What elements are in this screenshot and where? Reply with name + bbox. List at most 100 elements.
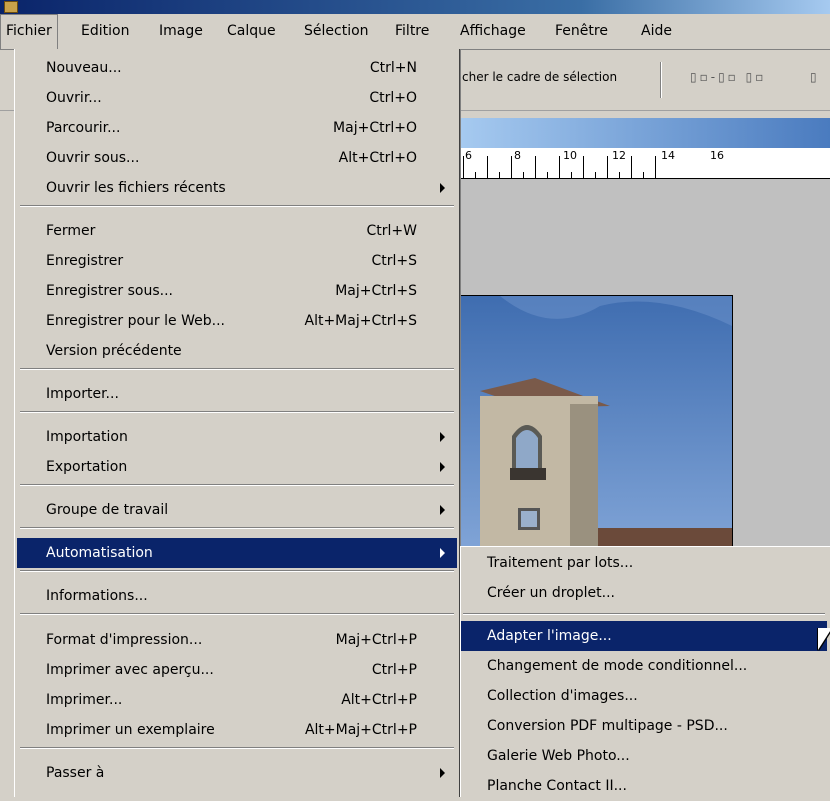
submenu-item-label: Changement de mode conditionnel... (487, 658, 748, 674)
menu-item-exportation[interactable]: Exportation (17, 452, 457, 482)
menu-item-label: Passer à (46, 765, 105, 781)
menu-item-label: Ouvrir sous... (46, 150, 140, 166)
menu-aide[interactable]: Aide (636, 14, 677, 49)
submenu-item-collection-images[interactable]: Collection d'images... (461, 681, 827, 711)
submenu-item-label: Conversion PDF multipage - PSD... (487, 718, 728, 734)
menu-item-imprimer-exemplaire[interactable]: Imprimer un exemplaire Alt+Maj+Ctrl+P (17, 715, 457, 745)
ruler-tick (643, 172, 644, 178)
document-photo (460, 295, 733, 546)
ruler-tick (607, 156, 608, 178)
menu-item-label: Version précédente (46, 343, 182, 359)
menu-item-enregistrer[interactable]: Enregistrer Ctrl+S (17, 246, 457, 276)
ruler-tick (475, 172, 476, 178)
menu-separator (20, 570, 454, 572)
submenu-item-label: Adapter l'image... (487, 628, 612, 644)
menu-separator (20, 747, 454, 749)
menu-bar: Fichier Edition Image Calque Sélection F… (0, 14, 830, 50)
submenu-separator (463, 613, 825, 615)
menu-item-nouveau[interactable]: Nouveau... Ctrl+N (17, 53, 457, 83)
menu-item-passer-a[interactable]: Passer à (17, 758, 457, 788)
ruler-tick (463, 156, 464, 178)
ruler-tick (523, 172, 524, 178)
menu-item-shortcut: Maj+Ctrl+S (335, 283, 417, 299)
menu-calque[interactable]: Calque (222, 14, 281, 49)
ruler-tick (535, 156, 536, 178)
menu-item-imprimer[interactable]: Imprimer... Alt+Ctrl+P (17, 685, 457, 715)
ruler-tick (583, 156, 584, 178)
menu-separator (20, 411, 454, 413)
ruler-label: 6 (465, 149, 472, 162)
submenu-item-galerie-web[interactable]: Galerie Web Photo... (461, 741, 827, 771)
menu-item-importer[interactable]: Importer... (17, 379, 457, 409)
menu-item-label: Enregistrer pour le Web... (46, 313, 225, 329)
menu-item-shortcut: Maj+Ctrl+O (333, 120, 417, 136)
menu-selection[interactable]: Sélection (299, 14, 374, 49)
menu-item-label: Imprimer... (46, 692, 123, 708)
menu-item-groupe-travail[interactable]: Groupe de travail (17, 495, 457, 525)
menu-item-importation[interactable]: Importation (17, 422, 457, 452)
ruler-label: 14 (661, 149, 675, 162)
menu-item-label: Exportation (46, 459, 128, 475)
menu-fichier[interactable]: Fichier (0, 14, 58, 49)
horizontal-ruler: 6 8 10 12 14 16 (460, 148, 830, 179)
submenu-item-creer-droplet[interactable]: Créer un droplet... (461, 578, 827, 608)
submenu-item-traitement-lots[interactable]: Traitement par lots... (461, 548, 827, 578)
photoshop-app-icon (4, 1, 18, 13)
menu-item-label: Importation (46, 429, 128, 445)
submenu-item-conversion-pdf[interactable]: Conversion PDF multipage - PSD... (461, 711, 827, 741)
submenu-item-label: Galerie Web Photo... (487, 748, 630, 764)
menu-item-label: Imprimer un exemplaire (46, 722, 215, 738)
menu-item-label: Automatisation (46, 545, 153, 561)
ruler-tick (595, 172, 596, 178)
menu-item-format-impression[interactable]: Format d'impression... Maj+Ctrl+P (17, 625, 457, 655)
menu-item-ouvrir-sous[interactable]: Ouvrir sous... Alt+Ctrl+O (17, 143, 457, 173)
submenu-item-adapter-image[interactable]: Adapter l'image... (461, 621, 827, 651)
menu-item-ouvrir-recents[interactable]: Ouvrir les fichiers récents (17, 173, 457, 203)
menu-item-fermer[interactable]: Fermer Ctrl+W (17, 216, 457, 246)
menu-item-enregistrer-sous[interactable]: Enregistrer sous... Maj+Ctrl+S (17, 276, 457, 306)
menu-separator (20, 613, 454, 615)
menu-separator (20, 368, 454, 370)
triangle-right-icon (440, 548, 445, 558)
ruler-tick (499, 172, 500, 178)
submenu-item-changement-mode[interactable]: Changement de mode conditionnel... (461, 651, 827, 681)
menu-item-informations[interactable]: Informations... (17, 581, 457, 611)
menu-item-automatisation[interactable]: Automatisation (17, 538, 457, 568)
submenu-item-label: Créer un droplet... (487, 585, 615, 601)
distribute-buttons-icon[interactable]: ▯ (810, 70, 817, 84)
menu-item-label: Importer... (46, 386, 119, 402)
menu-item-label: Ouvrir... (46, 90, 102, 106)
menu-item-label: Imprimer avec aperçu... (46, 662, 214, 678)
menu-item-shortcut: Alt+Maj+Ctrl+P (304, 722, 417, 738)
triangle-right-icon (440, 462, 445, 472)
menu-item-shortcut: Ctrl+S (371, 253, 417, 269)
menu-filtre[interactable]: Filtre (390, 14, 434, 49)
menu-separator (20, 484, 454, 486)
triangle-right-icon (440, 768, 445, 778)
fichier-dropdown-menu: Nouveau... Ctrl+N Ouvrir... Ctrl+O Parcourir… (14, 49, 460, 797)
ruler-tick (487, 156, 488, 178)
automatisation-submenu: Traitement par lots... Créer un droplet..… (460, 546, 830, 797)
align-buttons-icon[interactable]: ▯▫-▯▫ ▯▫ (690, 70, 766, 84)
menu-item-shortcut: Maj+Ctrl+P (335, 632, 417, 648)
menu-image[interactable]: Image (154, 14, 208, 49)
menu-item-version-precedente[interactable]: Version précédente (17, 336, 457, 366)
menu-item-imprimer-apercu[interactable]: Imprimer avec aperçu... Ctrl+P (17, 655, 457, 685)
ruler-label: 8 (514, 149, 521, 162)
menu-item-ouvrir[interactable]: Ouvrir... Ctrl+O (17, 83, 457, 113)
ruler-label: 16 (710, 149, 724, 162)
options-divider (660, 62, 662, 98)
menu-affichage[interactable]: Affichage (455, 14, 531, 49)
triangle-right-icon (440, 432, 445, 442)
menu-item-parcourir[interactable]: Parcourir... Maj+Ctrl+O (17, 113, 457, 143)
document-title-bar[interactable] (460, 118, 830, 148)
triangle-right-icon (440, 505, 445, 515)
menu-item-enregistrer-web[interactable]: Enregistrer pour le Web... Alt+Maj+Ctrl+S (17, 306, 457, 336)
submenu-item-label: Collection d'images... (487, 688, 638, 704)
menu-fenetre[interactable]: Fenêtre (550, 14, 613, 49)
hide-selection-edges-label[interactable]: cher le cadre de sélection (462, 70, 617, 84)
menu-edition[interactable]: Edition (76, 14, 134, 49)
menu-item-shortcut: Alt+Maj+Ctrl+S (304, 313, 418, 329)
menu-item-label: Informations... (46, 588, 148, 604)
menu-item-label: Ouvrir les fichiers récents (46, 180, 226, 196)
